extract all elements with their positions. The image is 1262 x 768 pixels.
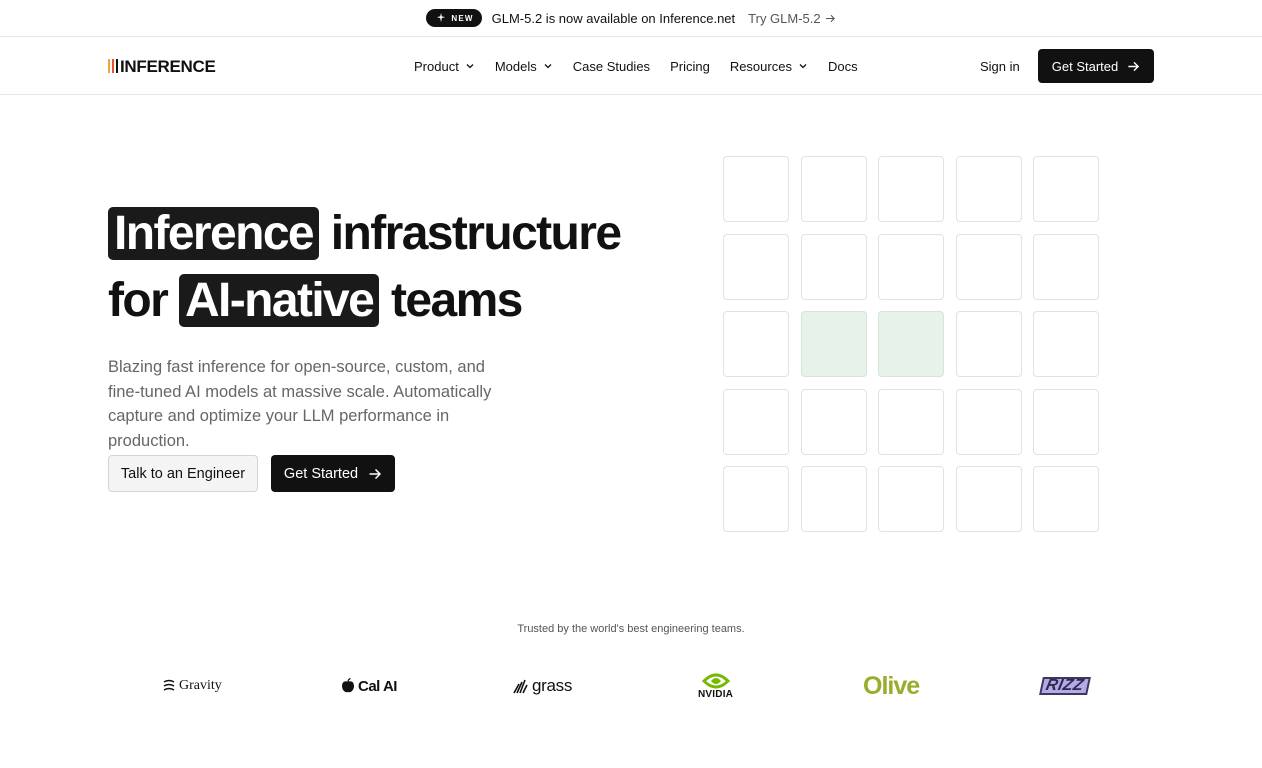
hero-headline: Inference infrastructure for AI-native t… [108,200,622,334]
logo-olive: Olive [863,666,920,706]
nav-get-started-label: Get Started [1051,58,1119,74]
logo-grass-text: grass [532,676,573,695]
hero-grid-illustration [723,156,1099,532]
menu-resources-label: Resources [729,58,792,74]
grid-cell [1033,466,1099,532]
logo-rizz-text: RIZZ [1039,677,1091,695]
chevron-down-icon [799,64,807,69]
grid-cell [723,233,789,300]
menu-case-studies-label: Case Studies [572,58,651,74]
grass-mark-icon [513,679,528,694]
headline-word-teams: teams [391,274,523,327]
grid-cell [800,466,867,532]
hero-headline-line-1: Inference infrastructure [108,200,622,267]
grid-cell [878,233,944,300]
apple-icon [342,678,354,693]
grid-cell-highlighted [878,311,944,377]
chevron-down-icon [466,64,474,69]
sign-in-link[interactable]: Sign in [980,57,1020,75]
talk-to-engineer-label: Talk to an Engineer [120,465,246,482]
chevron-down-icon [544,64,552,69]
menu-docs[interactable]: Docs [828,57,858,75]
announcement-bar: NEW GLM-5.2 is now available on Inferenc… [0,0,1262,37]
headline-word-for: for [108,274,169,327]
menu-product[interactable]: Product [414,57,475,75]
logo-cal-ai-text: Cal AI [358,677,397,695]
new-badge: NEW [426,9,482,27]
grid-cell [878,156,944,222]
menu-product-label: Product [414,58,459,74]
grid-cell [878,388,944,455]
nvidia-eye-icon [701,673,730,689]
grid-cell [1033,233,1099,300]
grid-cell [878,466,944,532]
client-logos: Gravity Cal AI grass NVIDIA Olive RIZZ [105,666,1157,706]
logo-gravity-text: Gravity [179,678,222,693]
grid-cell [955,466,1022,532]
try-glm-label: Try GLM-5.2 [748,10,821,26]
talk-to-engineer-button[interactable]: Talk to an Engineer [108,455,258,492]
logo-rizz: RIZZ [1039,666,1091,706]
logo-grass: grass [513,666,572,706]
hero-get-started-button[interactable]: Get Started [271,455,395,492]
grid-cell [955,233,1022,300]
grid-cell [1033,156,1099,222]
grid-cell [723,156,789,222]
new-badge-label: NEW [451,13,474,23]
main-menu: Product Models Case Studies Pricing Reso… [414,57,858,75]
logo-mark [108,59,118,73]
logo-gravity: Gravity [162,666,222,706]
brand-logo[interactable]: INFERENCE [108,56,216,76]
trusted-by-label: Trusted by the world's best engineering … [517,623,745,635]
grid-cell-highlighted [800,311,867,377]
logo-nvidia-text: NVIDIA [698,689,734,700]
grid-cell [1033,388,1099,455]
grid-cell [723,466,789,532]
grid-cell [800,388,867,455]
grid-cell [723,388,789,455]
top-navigation: INFERENCE Product Models Case Studies Pr… [0,37,1262,95]
nav-get-started-button[interactable]: Get Started [1038,49,1154,83]
arrow-right-icon [825,14,835,22]
sparkle-icon [437,13,446,23]
highlight-inference: Inference [108,207,320,260]
grid-cell [800,156,867,222]
menu-models-label: Models [494,58,537,74]
grid-cell [723,311,789,377]
menu-pricing-label: Pricing [670,58,710,74]
grid-cell [955,388,1022,455]
grid-cell [1033,311,1099,377]
hero-get-started-label: Get Started [283,465,359,482]
headline-word-infrastructure: infrastructure [330,207,622,260]
menu-case-studies[interactable]: Case Studies [573,57,650,75]
announcement-text: GLM-5.2 is now available on Inference.ne… [491,10,736,26]
grid-cell [955,156,1022,222]
menu-pricing[interactable]: Pricing [670,57,710,75]
hero-headline-line-2: for AI-native teams [108,267,620,334]
try-glm-link[interactable]: Try GLM-5.2 [748,11,835,26]
menu-models[interactable]: Models [495,57,553,75]
highlight-ai-native: AI-native [178,274,380,327]
menu-resources[interactable]: Resources [730,57,808,75]
logo-wordmark: INFERENCE [120,56,216,76]
grid-cell [800,233,867,300]
logo-olive-text: Olive [863,671,920,700]
arrow-right-icon [369,468,382,479]
grid-cell [955,311,1022,377]
logo-nvidia: NVIDIA [698,666,733,706]
arrow-right-icon [1128,61,1140,71]
hero-description: Blazing fast inference for open-source, … [108,358,492,450]
logo-cal-ai: Cal AI [341,666,397,706]
gravity-mark-icon [163,679,175,691]
menu-docs-label: Docs [827,58,858,74]
